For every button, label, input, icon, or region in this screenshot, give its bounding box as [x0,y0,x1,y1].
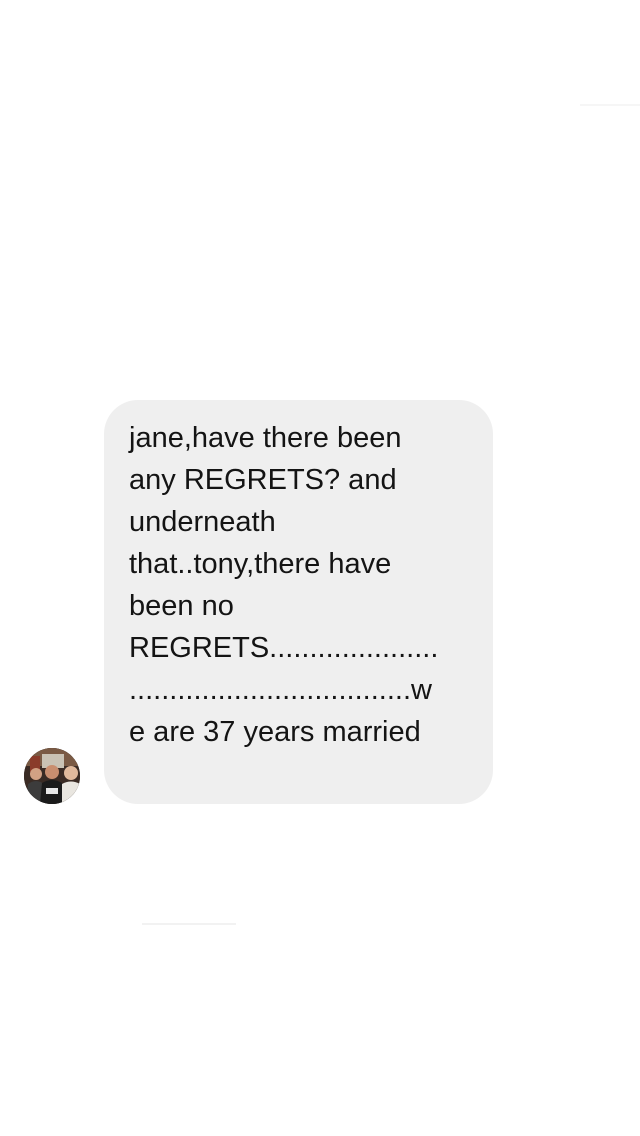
message-line: that..tony,there have [129,548,392,580]
incoming-message-row: jane,have there been any REGRETS? and un… [24,400,504,804]
message-line: any REGRETS? and [129,464,397,496]
message-line: jane,have there been [129,422,402,454]
profile-photo-icon [24,748,80,804]
message-line: underneath [129,506,276,538]
message-line: ...................................w [129,674,432,706]
message-bubble[interactable]: jane,have there been any REGRETS? and un… [104,400,493,804]
sender-avatar[interactable] [24,748,80,804]
message-line: REGRETS..................... [129,632,439,664]
message-line: been no [129,590,234,622]
conversation-thread: jane,have there been any REGRETS? and un… [0,0,640,1136]
message-line: e are 37 years married [129,716,421,748]
message-text: jane,have there been any REGRETS? and un… [129,417,473,753]
divider [580,104,640,106]
divider [142,923,236,925]
